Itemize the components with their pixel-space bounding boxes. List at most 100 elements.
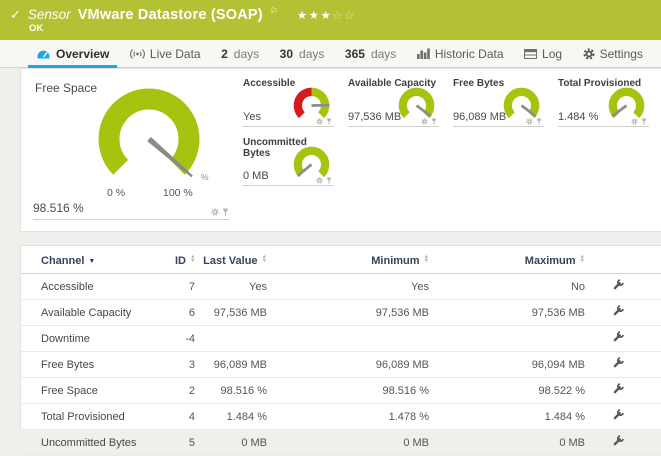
priority-stars[interactable]: ★★★☆☆ — [297, 8, 356, 22]
gauge-pin-icon[interactable] — [641, 118, 647, 125]
tab-overview-label: Overview — [56, 47, 109, 61]
tab-log[interactable]: Log — [514, 40, 572, 67]
cell-minimum: 96,089 MB — [271, 352, 433, 378]
stars-empty[interactable]: ☆☆ — [332, 10, 356, 22]
tab-historic-data[interactable]: Historic Data — [407, 40, 514, 67]
mini-gauge-cell: Accessible Yes — [243, 75, 334, 127]
cell-maximum: 96,094 MB — [433, 352, 589, 378]
sort-icon — [580, 255, 585, 263]
cell-id: -4 — [171, 326, 199, 352]
wrench-icon[interactable] — [612, 357, 624, 369]
mini-gauge-value: 97,536 MB — [348, 111, 401, 123]
table-row[interactable]: Total Provisioned 4 1.484 % 1.478 % 1.48… — [21, 404, 661, 430]
tab-2-days[interactable]: 2 days — [211, 40, 269, 67]
free-space-gauge-cell: Free Space 0 % 100 % % 98.516 % — [21, 69, 241, 233]
tab-live-data[interactable]: Live Data — [120, 40, 211, 67]
cell-last-value: 98.516 % — [199, 378, 271, 404]
column-header-id[interactable]: ID — [171, 246, 199, 274]
cell-minimum: 98.516 % — [271, 378, 433, 404]
tab-2-days-number: 2 — [221, 47, 228, 61]
mini-gauge-value: 96,089 MB — [453, 111, 506, 123]
cell-channel: Downtime — [21, 326, 171, 352]
mini-gauge-value: 0 MB — [243, 170, 269, 182]
cell-minimum: 1.478 % — [271, 404, 433, 430]
gauge-pin-icon[interactable] — [326, 177, 332, 184]
live-icon — [130, 48, 145, 60]
column-header-channel[interactable]: Channel — [21, 246, 171, 274]
gauges-panel: Free Space 0 % 100 % % 98.516 % Accessib… — [20, 68, 661, 232]
cell-channel: Accessible — [21, 274, 171, 300]
tab-log-label: Log — [542, 47, 562, 61]
column-header-last-value[interactable]: Last Value — [199, 246, 271, 274]
table-row[interactable]: Free Space 2 98.516 % 98.516 % 98.522 % — [21, 378, 661, 404]
gauge-pin-icon[interactable] — [431, 118, 437, 125]
cell-channel: Free Space — [21, 378, 171, 404]
cell-actions — [589, 352, 661, 378]
table-row[interactable]: Uncommitted Bytes 5 0 MB 0 MB 0 MB — [21, 430, 661, 456]
tab-365-days-unit: days — [371, 47, 396, 61]
table-row[interactable]: Downtime -4 — [21, 326, 661, 352]
sort-icon — [424, 255, 429, 263]
cell-maximum: No — [433, 274, 589, 300]
mini-gauge-value: Yes — [243, 111, 261, 123]
gauge-gear-icon[interactable] — [421, 118, 428, 125]
cell-minimum: 97,536 MB — [271, 300, 433, 326]
free-space-gauge-footer: 98.516 % — [33, 201, 229, 220]
cell-last-value: 0 MB — [199, 430, 271, 456]
gauge-unit-label: % — [201, 172, 209, 182]
cell-actions — [589, 326, 661, 352]
tab-365-days[interactable]: 365 days — [335, 40, 406, 67]
flag-icon[interactable]: ⚐ — [270, 6, 278, 17]
column-header-minimum[interactable]: Minimum — [271, 246, 433, 274]
wrench-icon[interactable] — [612, 383, 624, 395]
gauge-gear-icon[interactable] — [316, 177, 323, 184]
tab-settings[interactable]: Settings — [573, 40, 653, 67]
gear-icon — [583, 48, 595, 60]
gauge-scale-max: 100 % — [163, 187, 193, 199]
gauge-gear-icon[interactable] — [211, 208, 219, 216]
cell-maximum — [433, 326, 589, 352]
gauge-gear-icon[interactable] — [526, 118, 533, 125]
wrench-icon[interactable] — [612, 409, 624, 421]
sort-icon — [262, 255, 267, 263]
gauge-pin-icon[interactable] — [326, 118, 332, 125]
cell-actions — [589, 378, 661, 404]
wrench-icon[interactable] — [612, 331, 624, 343]
channel-table-panel: Channel ID Last Value Minimum Maximum Ac… — [20, 245, 661, 430]
tab-365-days-number: 365 — [345, 47, 365, 61]
gauge-gear-icon[interactable] — [631, 118, 638, 125]
table-row[interactable]: Free Bytes 3 96,089 MB 96,089 MB 96,094 … — [21, 352, 661, 378]
mini-gauge-value: 1.484 % — [558, 111, 598, 123]
stars-filled[interactable]: ★★★ — [297, 10, 332, 22]
gauge-gear-icon[interactable] — [316, 118, 323, 125]
wrench-icon[interactable] — [612, 279, 624, 291]
column-header-maximum[interactable]: Maximum — [433, 246, 589, 274]
gauge-icon — [36, 48, 51, 60]
cell-id: 5 — [171, 430, 199, 456]
mini-gauge-cell: Available Capacity 97,536 MB — [348, 75, 439, 127]
cell-id: 2 — [171, 378, 199, 404]
cell-maximum: 1.484 % — [433, 404, 589, 430]
cell-last-value: Yes — [199, 274, 271, 300]
tab-30-days-number: 30 — [280, 47, 293, 61]
channel-table-body: Accessible 7 Yes Yes No Available Capaci… — [21, 274, 661, 456]
wrench-icon[interactable] — [612, 305, 624, 317]
free-space-gauge-value: 98.516 % — [33, 201, 84, 215]
mini-gauge-cell: Uncommitted Bytes 0 MB — [243, 134, 334, 186]
tab-overview[interactable]: Overview — [26, 40, 119, 67]
mini-gauge-cell: Total Provisioned 1.484 % — [558, 75, 649, 127]
cell-actions — [589, 300, 661, 326]
gauge-pin-icon[interactable] — [536, 118, 542, 125]
cell-maximum: 0 MB — [433, 430, 589, 456]
gauge-pin-icon[interactable] — [222, 208, 229, 216]
sensor-kind-label: Sensor — [28, 7, 71, 22]
cell-channel: Uncommitted Bytes — [21, 430, 171, 456]
cell-minimum: Yes — [271, 274, 433, 300]
sensor-header: ✓ Sensor VMware Datastore (SOAP) ⚐ ★★★☆☆… — [0, 0, 661, 40]
cell-maximum: 97,536 MB — [433, 300, 589, 326]
table-row[interactable]: Available Capacity 6 97,536 MB 97,536 MB… — [21, 300, 661, 326]
column-header-actions — [589, 246, 661, 274]
wrench-icon[interactable] — [612, 435, 624, 447]
tab-30-days[interactable]: 30 days — [270, 40, 335, 67]
table-row[interactable]: Accessible 7 Yes Yes No — [21, 274, 661, 300]
